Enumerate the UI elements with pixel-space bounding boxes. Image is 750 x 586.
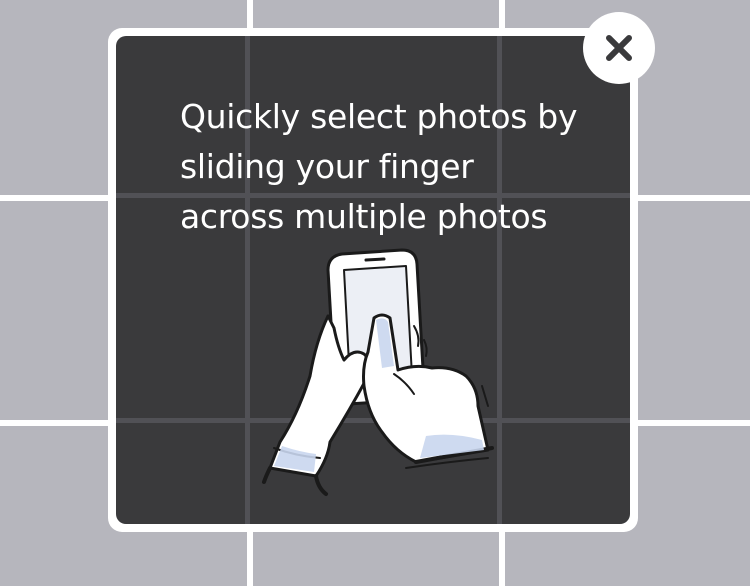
hand-swipe-illustration xyxy=(262,248,494,496)
onboarding-message: Quickly select photos by sliding your fi… xyxy=(180,92,600,242)
onboarding-overlay: Quickly select photos by sliding your fi… xyxy=(108,28,638,532)
message-line-1: Quickly select photos by xyxy=(180,97,578,136)
message-line-2: sliding your finger xyxy=(180,147,474,186)
message-line-3: across multiple photos xyxy=(180,197,548,236)
onboarding-panel: Quickly select photos by sliding your fi… xyxy=(116,36,630,524)
close-icon xyxy=(606,35,632,61)
close-button[interactable] xyxy=(583,12,655,84)
